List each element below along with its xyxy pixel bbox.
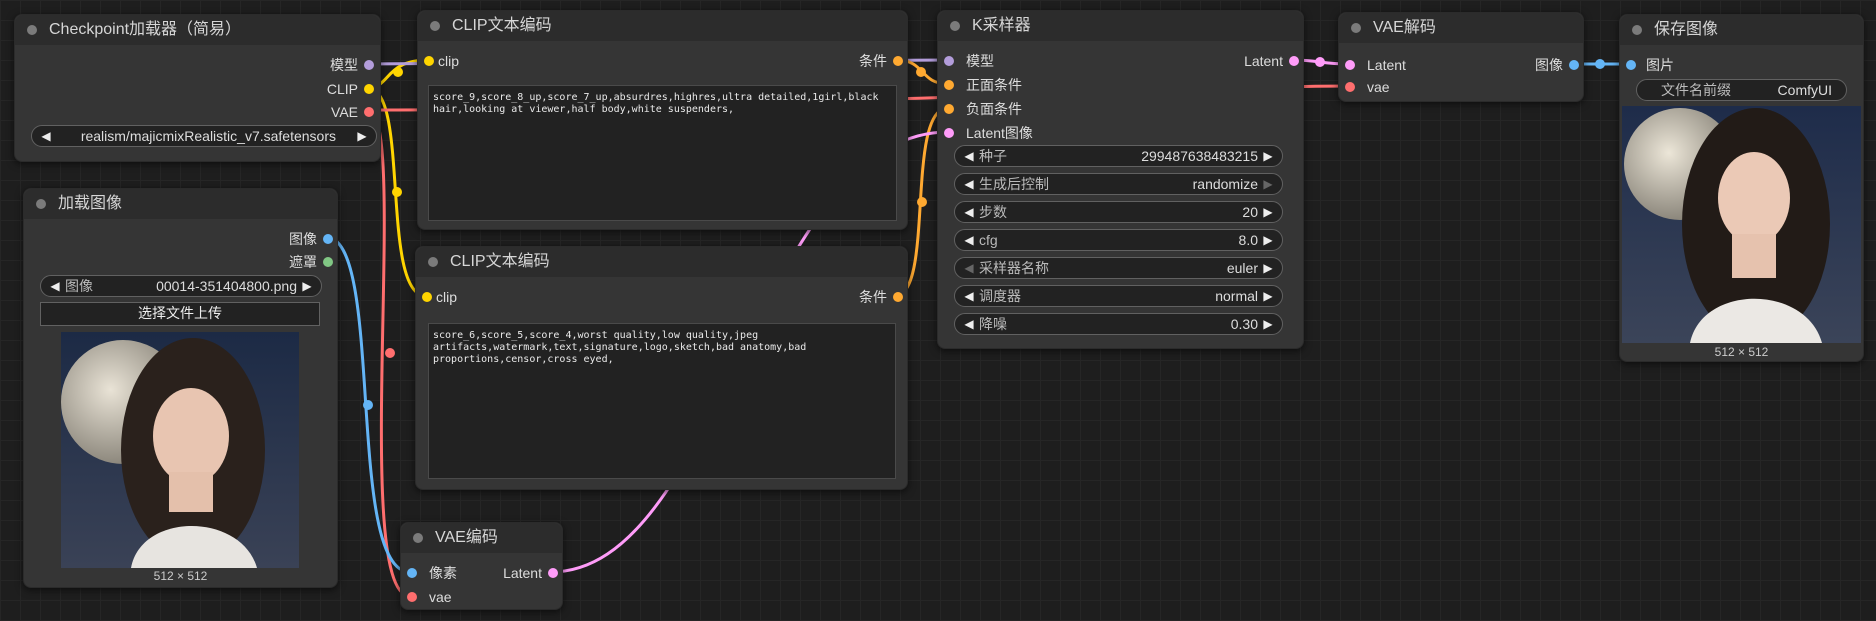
output-latent[interactable]: Latent <box>503 565 558 581</box>
node-title[interactable]: Checkpoint加载器（简易） <box>15 15 380 45</box>
vae-decode-node[interactable]: VAE解码 Latent vae 图像 <box>1338 12 1584 102</box>
image-combo[interactable]: ◀ 图像 00014-351404800.png ▶ <box>40 275 322 297</box>
upload-button[interactable]: 选择文件上传 <box>40 302 320 326</box>
input-pixels[interactable]: 像素 <box>407 565 457 581</box>
image-preview <box>61 332 299 568</box>
arrow-left-icon[interactable]: ◀ <box>961 202 977 222</box>
input-latent[interactable]: Latent <box>1345 57 1406 73</box>
output-image[interactable]: 图像 <box>289 231 333 247</box>
output-conditioning[interactable]: 条件 <box>859 289 903 305</box>
clip-text-encode-positive-node[interactable]: CLIP文本编码 clip 条件 score_9,score_8_up,scor… <box>417 10 908 230</box>
output-model[interactable]: 模型 <box>330 57 374 73</box>
collapse-dot-icon[interactable] <box>428 257 438 267</box>
output-image[interactable]: 图像 <box>1535 57 1579 73</box>
collapse-dot-icon[interactable] <box>1351 23 1361 33</box>
output-mask[interactable]: 遮罩 <box>289 254 333 270</box>
arrow-left-icon[interactable]: ◀ <box>961 258 977 278</box>
prompt-textarea[interactable]: score_6,score_5,score_4,worst quality,lo… <box>428 323 896 479</box>
cfg-widget[interactable]: ◀ cfg 8.0 ▶ <box>954 229 1283 251</box>
seed-widget[interactable]: ◀ 种子 299487638483215 ▶ <box>954 145 1283 167</box>
ckpt-name-combo[interactable]: ◀ realism/majicmixRealistic_v7.safetenso… <box>31 125 377 147</box>
arrow-right-icon[interactable]: ▶ <box>1260 146 1276 166</box>
node-title[interactable]: CLIP文本编码 <box>418 11 907 41</box>
collapse-dot-icon[interactable] <box>27 25 37 35</box>
collapse-dot-icon[interactable] <box>430 21 440 31</box>
output-latent[interactable]: Latent <box>1244 53 1299 69</box>
node-title[interactable]: CLIP文本编码 <box>416 247 907 277</box>
output-image-preview <box>1622 106 1861 343</box>
input-negative[interactable]: 负面条件 <box>944 101 1022 117</box>
input-vae[interactable]: vae <box>407 589 452 605</box>
node-title[interactable]: K采样器 <box>938 11 1303 41</box>
arrow-left-icon[interactable]: ◀ <box>961 230 977 250</box>
image-size: 512 × 512 <box>1714 345 1769 359</box>
prompt-textarea[interactable]: score_9,score_8_up,score_7_up,absurdres,… <box>428 85 897 221</box>
arrow-right-icon[interactable]: ▶ <box>1260 202 1276 222</box>
arrow-right-icon[interactable]: ▶ <box>354 126 370 146</box>
load-image-node[interactable]: 加载图像 图像 遮罩 ◀ 图像 00014-351404800.png ▶ 选择… <box>23 188 338 588</box>
input-images[interactable]: 图片 <box>1626 57 1674 73</box>
collapse-dot-icon[interactable] <box>413 533 423 543</box>
output-conditioning[interactable]: 条件 <box>859 53 903 69</box>
output-clip[interactable]: CLIP <box>327 81 374 97</box>
arrow-left-icon[interactable]: ◀ <box>38 126 54 146</box>
input-latent-image[interactable]: Latent图像 <box>944 125 1033 141</box>
denoise-widget[interactable]: ◀ 降噪 0.30 ▶ <box>954 313 1283 335</box>
node-title[interactable]: 保存图像 <box>1620 15 1863 45</box>
collapse-dot-icon[interactable] <box>950 21 960 31</box>
input-clip[interactable]: clip <box>422 289 457 305</box>
collapse-dot-icon[interactable] <box>1632 25 1642 35</box>
output-vae[interactable]: VAE <box>331 104 374 120</box>
arrow-right-icon[interactable]: ▶ <box>1260 258 1276 278</box>
ksampler-node[interactable]: K采样器 模型 正面条件 负面条件 Latent图像 Latent ◀ 种子 299… <box>937 10 1304 349</box>
arrow-left-icon[interactable]: ◀ <box>961 314 977 334</box>
arrow-left-icon[interactable]: ◀ <box>961 146 977 166</box>
scheduler-widget[interactable]: ◀ 调度器 normal ▶ <box>954 285 1283 307</box>
arrow-right-icon[interactable]: ▶ <box>1260 174 1276 194</box>
clip-text-encode-negative-node[interactable]: CLIP文本编码 clip 条件 score_6,score_5,score_4… <box>415 246 908 490</box>
filename-prefix-widget[interactable]: 文件名前缀 ComfyUI <box>1636 79 1847 101</box>
node-title[interactable]: 加载图像 <box>24 189 337 219</box>
input-positive[interactable]: 正面条件 <box>944 77 1022 93</box>
node-title[interactable]: VAE编码 <box>401 523 562 553</box>
node-title[interactable]: VAE解码 <box>1339 13 1583 43</box>
image-size: 512 × 512 <box>153 569 208 583</box>
vae-encode-node[interactable]: VAE编码 像素 vae Latent <box>400 522 563 610</box>
input-clip[interactable]: clip <box>424 53 459 69</box>
arrow-left-icon[interactable]: ◀ <box>961 286 977 306</box>
control-after-generate-widget[interactable]: ◀ 生成后控制 randomize ▶ <box>954 173 1283 195</box>
collapse-dot-icon[interactable] <box>36 199 46 209</box>
checkpoint-loader-node[interactable]: Checkpoint加载器（简易） 模型 CLIP VAE ◀ realism/… <box>14 14 381 162</box>
input-vae[interactable]: vae <box>1345 79 1390 95</box>
arrow-left-icon[interactable]: ◀ <box>961 174 977 194</box>
save-image-node[interactable]: 保存图像 图片 文件名前缀 ComfyUI 512 × 512 <box>1619 14 1864 362</box>
input-model[interactable]: 模型 <box>944 53 994 69</box>
arrow-right-icon[interactable]: ▶ <box>1260 286 1276 306</box>
arrow-right-icon[interactable]: ▶ <box>1260 314 1276 334</box>
arrow-right-icon[interactable]: ▶ <box>1260 230 1276 250</box>
wire-image <box>325 235 411 574</box>
arrow-left-icon[interactable]: ◀ <box>47 276 63 296</box>
steps-widget[interactable]: ◀ 步数 20 ▶ <box>954 201 1283 223</box>
arrow-right-icon[interactable]: ▶ <box>299 276 315 296</box>
sampler-name-widget[interactable]: ◀ 采样器名称 euler ▶ <box>954 257 1283 279</box>
